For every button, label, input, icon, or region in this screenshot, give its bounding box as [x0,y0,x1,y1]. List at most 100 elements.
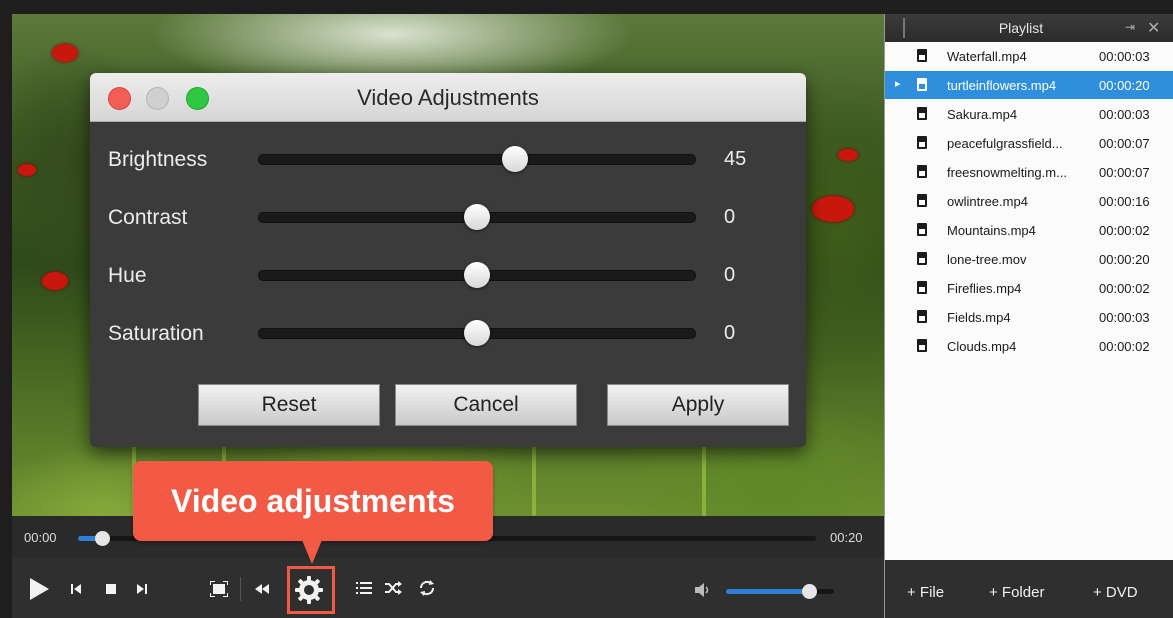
playlist-item-duration: 00:00:03 [1099,310,1150,325]
playlist-item-duration: 00:00:03 [1099,49,1150,64]
file-icon [917,223,927,236]
toolbar-divider [240,577,241,601]
file-icon [917,339,927,352]
playlist-item-name: owlintree.mp4 [947,194,1028,209]
play-icon[interactable] [28,577,50,601]
callout-pointer [302,540,322,564]
playlist-row[interactable]: Fields.mp4 00:00:03 [885,303,1173,331]
hue-value: 0 [724,264,736,286]
playlist-item-name: peacefulgrassfield... [947,136,1063,151]
saturation-value: 0 [724,322,736,344]
file-icon [917,136,927,149]
playlist-row[interactable]: lone-tree.mov 00:00:20 [885,245,1173,273]
file-icon [917,310,927,323]
close-icon[interactable]: ✕ [1147,18,1160,38]
cancel-button[interactable]: Cancel [395,384,577,426]
playlist-item-duration: 00:00:16 [1099,194,1150,209]
pin-icon[interactable]: ⇥ [1125,20,1135,34]
playlist-row[interactable]: Mountains.mp4 00:00:02 [885,216,1173,244]
playlist-item-name: Mountains.mp4 [947,223,1036,238]
saturation-slider-knob[interactable] [464,320,490,346]
contrast-label: Contrast [108,206,188,229]
seek-slider-knob[interactable] [94,531,110,546]
current-time: 00:00 [24,530,57,545]
next-track-icon[interactable] [136,583,148,595]
playlist-item-duration: 00:00:07 [1099,136,1150,151]
playlist-row[interactable]: Waterfall.mp4 00:00:03 [885,42,1173,70]
control-bar [12,558,884,618]
poppy-flower [42,272,68,290]
contrast-value: 0 [724,206,736,228]
playlist-header: Playlist ⇥ ✕ [885,14,1173,42]
playlist-icon[interactable] [356,581,372,595]
hue-slider-knob[interactable] [464,262,490,288]
now-playing-icon: ▸ [895,78,901,90]
playlist-item-name: Waterfall.mp4 [947,49,1027,64]
stop-icon[interactable] [105,583,117,595]
playlist-row[interactable]: peacefulgrassfield... 00:00:07 [885,129,1173,157]
playlist-item-duration: 00:00:02 [1099,339,1150,354]
playlist-footer: + File + Folder + DVD [885,560,1173,618]
playlist-panel: Playlist ⇥ ✕ Waterfall.mp4 00:00:03 ▸ turtl… [884,14,1173,618]
brightness-slider-knob[interactable] [502,146,528,172]
volume-level-fill [726,589,810,594]
brightness-slider[interactable] [258,146,696,172]
playlist-row[interactable]: ▸ turtleinflowers.mp4 00:00:20 [885,71,1173,99]
previous-track-icon[interactable] [70,583,82,595]
total-time: 00:20 [830,530,863,545]
playlist-item-name: Fields.mp4 [947,310,1011,325]
hue-label: Hue [108,264,147,287]
volume-slider-knob[interactable] [802,584,818,599]
repeat-icon[interactable] [418,579,436,597]
playlist-item-name: Fireflies.mp4 [947,281,1022,296]
playlist-row[interactable]: owlintree.mp4 00:00:16 [885,187,1173,215]
file-icon [917,194,927,207]
playlist-item-name: lone-tree.mov [947,252,1027,267]
file-icon [917,252,927,265]
poppy-flower [838,149,858,161]
reset-button[interactable]: Reset [198,384,380,426]
playlist-title: Playlist [998,20,1044,36]
playlist-item-name: Clouds.mp4 [947,339,1017,354]
saturation-slider[interactable] [258,320,696,346]
fullscreen-icon[interactable] [210,581,228,597]
hue-slider[interactable] [258,262,696,288]
file-icon [917,107,927,120]
playlist-item-duration: 00:00:02 [1099,281,1150,296]
dialog-title: Video Adjustments [357,85,539,110]
shuffle-icon[interactable] [384,581,402,595]
playlist-row[interactable]: Clouds.mp4 00:00:02 [885,332,1173,360]
file-icon [917,78,927,91]
poppy-flower [812,196,854,222]
playlist-row[interactable]: Fireflies.mp4 00:00:02 [885,274,1173,302]
poppy-flower [18,164,36,176]
app-window: Video Adjustments Brightness 45 Contrast… [0,0,1173,618]
add-file-button[interactable]: + File [907,584,944,601]
volume-slider[interactable] [726,584,834,599]
playlist-row[interactable]: Sakura.mp4 00:00:03 [885,100,1173,128]
volume-icon[interactable] [694,583,710,597]
video-adjustments-callout: Video adjustments [133,461,493,541]
add-dvd-button[interactable]: + DVD [1093,584,1138,601]
apply-button[interactable]: Apply [607,384,789,426]
contrast-slider[interactable] [258,204,696,230]
file-icon [917,165,927,178]
saturation-label: Saturation [108,322,204,345]
brightness-label: Brightness [108,148,208,171]
gear-button-highlight [287,566,335,614]
playlist-item-duration: 00:00:02 [1099,223,1150,238]
playlist-item-name: Sakura.mp4 [947,107,1018,122]
file-icon [917,281,927,294]
poppy-flower [52,44,78,62]
file-icon [917,49,927,62]
playlist-item-duration: 00:00:07 [1099,165,1150,180]
rewind-icon[interactable] [254,583,270,595]
playlist-item-duration: 00:00:03 [1099,107,1150,122]
playlist-item-duration: 00:00:20 [1099,78,1150,93]
add-folder-button[interactable]: + Folder [989,584,1044,601]
video-adjustments-dialog: Video Adjustments Brightness 45 Contrast… [90,73,806,447]
dialog-titlebar[interactable]: Video Adjustments [90,73,806,122]
contrast-slider-knob[interactable] [464,204,490,230]
playlist-item-duration: 00:00:20 [1099,252,1150,267]
playlist-row[interactable]: freesnowmelting.m... 00:00:07 [885,158,1173,186]
